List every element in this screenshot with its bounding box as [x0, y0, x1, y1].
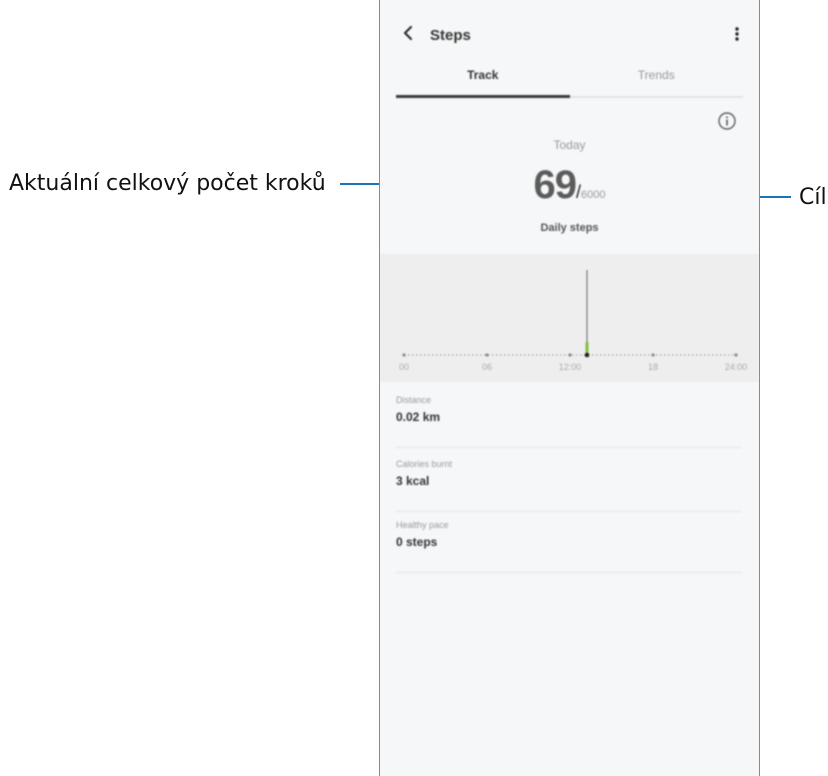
detail-distance-value: 0.02 km: [396, 410, 441, 424]
day-label: Today: [553, 138, 586, 152]
step-count-label: Daily steps: [540, 222, 599, 234]
more-options-button[interactable]: [727, 24, 747, 48]
page-title: Steps: [430, 27, 471, 44]
callout-current-steps-label: Aktuální celkový počet kroků: [9, 171, 326, 196]
detail-distance-title: Distance: [396, 395, 432, 405]
chart-tick-label: 18: [647, 362, 658, 372]
hourly-steps-chart: 00 06 12:00 18 24:00: [380, 254, 759, 382]
chart-tick-label: 06: [481, 362, 492, 372]
callout-goal-label: Cíl: [799, 185, 827, 210]
step-count: 69: [533, 163, 577, 207]
detail-calories-title: Calories burnt: [396, 459, 453, 469]
app-bar: Steps: [380, 18, 759, 54]
detail-distance: Distance 0.02 km: [396, 383, 741, 448]
chart-tick: [568, 353, 572, 357]
step-goal[interactable]: 6000: [581, 189, 605, 201]
tab-active-indicator: [396, 95, 570, 98]
detail-healthy-pace-title: Healthy pace: [396, 520, 449, 530]
step-count-row: 69/6000: [380, 163, 759, 208]
tab-bar: Track Trends: [396, 68, 743, 100]
detail-calories-value: 3 kcal: [396, 474, 430, 488]
tab-trends[interactable]: Trends: [570, 68, 744, 82]
chart-tick-label: 00: [398, 362, 409, 372]
chart-tick: [734, 353, 738, 357]
more-vert-icon: [734, 26, 740, 47]
back-button[interactable]: [396, 20, 420, 50]
info-button[interactable]: [717, 111, 737, 131]
phone-screen: Steps Track Trends Today 69/6000 Daily s…: [379, 0, 760, 776]
chart-tick: [485, 353, 489, 357]
chart-current-point: [584, 352, 590, 358]
detail-healthy-pace: Healthy pace 0 steps: [396, 508, 741, 573]
chart-tick: [651, 353, 655, 357]
info-icon: [717, 112, 737, 135]
detail-healthy-pace-value: 0 steps: [396, 535, 438, 549]
detail-calories: Calories burnt 3 kcal: [396, 447, 741, 512]
chart-tick-label: 12:00: [558, 362, 582, 372]
chart-tick: [402, 353, 406, 357]
chart-tick-label: 24:00: [724, 362, 748, 372]
tab-track[interactable]: Track: [396, 68, 570, 82]
back-arrow-icon: [402, 25, 414, 46]
